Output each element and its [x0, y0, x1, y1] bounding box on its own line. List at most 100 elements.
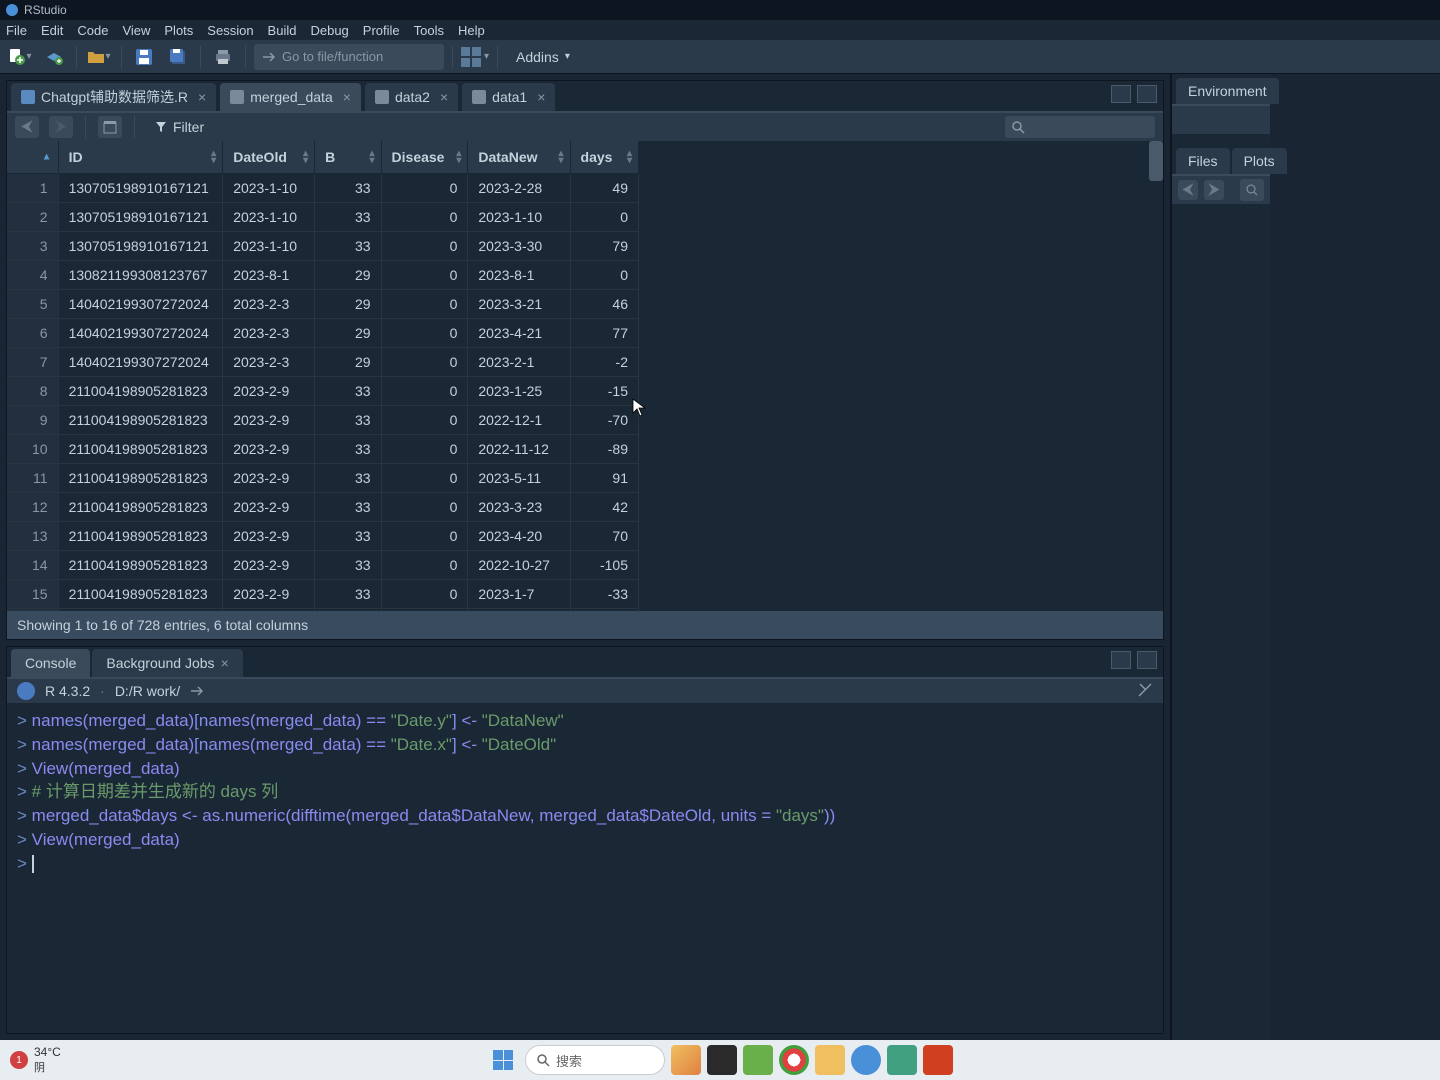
close-icon[interactable]: × — [440, 89, 448, 105]
console-pane: Console Background Jobs× R 4.3.2 · D:/R … — [6, 646, 1164, 1034]
table-row[interactable]: 162110041989052818232023-2-93302023-2-23… — [7, 609, 639, 612]
addins-dropdown[interactable]: Addins▾ — [516, 49, 570, 65]
main-toolbar: ▾ ▾ Go to file/function ▾ Addins▾ — [0, 40, 1440, 74]
new-project-button[interactable] — [40, 44, 68, 70]
tab-data1[interactable]: data1× — [462, 83, 555, 111]
weather-widget[interactable]: 1 34°C 阴 — [10, 1045, 61, 1075]
app-title: RStudio — [24, 3, 67, 17]
table-row[interactable]: 142110041989052818232023-2-93302022-10-2… — [7, 551, 639, 580]
tab-background-jobs[interactable]: Background Jobs× — [92, 649, 242, 677]
forward-button[interactable]: ⮞ — [49, 116, 73, 138]
show-in-window-button[interactable] — [98, 116, 122, 138]
taskbar-app-1[interactable] — [671, 1045, 701, 1075]
menu-edit[interactable]: Edit — [41, 23, 63, 38]
table-row[interactable]: 82110041989052818232023-2-93302023-1-25-… — [7, 377, 639, 406]
go-to-file-input[interactable]: Go to file/function — [254, 44, 444, 70]
save-all-button[interactable] — [164, 44, 192, 70]
taskbar-rstudio[interactable] — [851, 1045, 881, 1075]
plot-forward-button[interactable]: ⮞ — [1204, 180, 1224, 200]
search-icon — [1011, 120, 1025, 134]
column-header[interactable]: Disease▴▾ — [381, 141, 468, 174]
menu-debug[interactable]: Debug — [310, 23, 348, 38]
menu-help[interactable]: Help — [458, 23, 485, 38]
filter-icon — [155, 121, 167, 133]
taskbar-app-4[interactable] — [887, 1045, 917, 1075]
table-row[interactable]: 41308211993081237672023-8-12902023-8-10 — [7, 261, 639, 290]
column-header[interactable]: ▲ — [7, 141, 58, 174]
maximize-pane-button[interactable] — [1137, 651, 1157, 669]
taskbar-search[interactable]: 搜索 — [525, 1045, 665, 1075]
save-button[interactable] — [130, 44, 158, 70]
column-header[interactable]: days▴▾ — [570, 141, 638, 174]
table-row[interactable]: 152110041989052818232023-2-93302023-1-7-… — [7, 580, 639, 609]
menu-profile[interactable]: Profile — [363, 23, 400, 38]
table-row[interactable]: 132110041989052818232023-2-93302023-4-20… — [7, 522, 639, 551]
maximize-pane-button[interactable] — [1137, 85, 1157, 103]
table-status: Showing 1 to 16 of 728 entries, 6 total … — [7, 611, 1163, 639]
table-row[interactable]: 61404021993072720242023-2-32902023-4-217… — [7, 319, 639, 348]
plot-back-button[interactable]: ⮜ — [1178, 180, 1198, 200]
taskbar-chrome[interactable] — [779, 1045, 809, 1075]
r-script-icon — [21, 90, 35, 104]
weather-alert-icon: 1 — [10, 1051, 28, 1069]
minimize-pane-button[interactable] — [1111, 651, 1131, 669]
table-row[interactable]: 51404021993072720242023-2-32902023-3-214… — [7, 290, 639, 319]
table-row[interactable]: 31307051989101671212023-1-103302023-3-30… — [7, 232, 639, 261]
start-button[interactable] — [487, 1044, 519, 1076]
back-button[interactable]: ⮜ — [15, 116, 39, 138]
tab-merged-data[interactable]: merged_data× — [220, 83, 361, 111]
working-directory[interactable]: D:/R work/ — [115, 683, 180, 699]
data-frame-icon — [472, 90, 486, 104]
r-version: R 4.3.2 — [45, 683, 90, 699]
goto-wd-icon[interactable] — [190, 684, 204, 698]
table-row[interactable]: 21307051989101671212023-1-103302023-1-10… — [7, 203, 639, 232]
column-header[interactable]: DataNew▴▾ — [468, 141, 570, 174]
tab-script[interactable]: Chatgpt辅助数据筛选.R× — [11, 83, 216, 111]
taskbar-explorer[interactable] — [815, 1045, 845, 1075]
clear-console-button[interactable] — [1137, 682, 1153, 701]
print-button[interactable] — [209, 44, 237, 70]
console-output[interactable]: > names(merged_data)[names(merged_data) … — [7, 703, 1163, 1033]
menu-code[interactable]: Code — [77, 23, 108, 38]
source-tabs: Chatgpt辅助数据筛选.R× merged_data× data2× dat… — [7, 81, 1163, 111]
close-icon[interactable]: × — [221, 655, 229, 671]
menu-file[interactable]: File — [6, 23, 27, 38]
menu-view[interactable]: View — [122, 23, 150, 38]
tab-environment[interactable]: Environment — [1176, 78, 1279, 104]
table-row[interactable]: 102110041989052818232023-2-93302022-11-1… — [7, 435, 639, 464]
rstudio-logo-icon — [6, 4, 18, 16]
table-row[interactable]: 71404021993072720242023-2-32902023-2-1-2 — [7, 348, 639, 377]
open-file-button[interactable]: ▾ — [85, 44, 113, 70]
table-row[interactable]: 122110041989052818232023-2-93302023-3-23… — [7, 493, 639, 522]
zoom-button[interactable] — [1240, 179, 1264, 201]
tab-data2[interactable]: data2× — [365, 83, 458, 111]
menu-plots[interactable]: Plots — [164, 23, 193, 38]
close-icon[interactable]: × — [537, 89, 545, 105]
table-row[interactable]: 11307051989101671212023-1-103302023-2-28… — [7, 174, 639, 203]
table-row[interactable]: 112110041989052818232023-2-93302023-5-11… — [7, 464, 639, 493]
menu-build[interactable]: Build — [268, 23, 297, 38]
menu-tools[interactable]: Tools — [414, 23, 444, 38]
filter-button[interactable]: Filter — [147, 117, 212, 137]
source-pane: Chatgpt辅助数据筛选.R× merged_data× data2× dat… — [6, 80, 1164, 640]
menu-session[interactable]: Session — [207, 23, 253, 38]
column-header[interactable]: DateOld▴▾ — [223, 141, 315, 174]
close-icon[interactable]: × — [198, 89, 206, 105]
console-info-bar: R 4.3.2 · D:/R work/ — [7, 677, 1163, 703]
taskbar-app-2[interactable] — [707, 1045, 737, 1075]
new-file-button[interactable]: ▾ — [6, 44, 34, 70]
data-table-viewport[interactable]: ▲ID▴▾DateOld▴▾B▴▾Disease▴▾DataNew▴▾days▴… — [7, 141, 1163, 611]
search-input[interactable] — [1005, 116, 1155, 138]
tab-plots[interactable]: Plots — [1232, 148, 1287, 174]
tab-console[interactable]: Console — [11, 649, 90, 677]
vertical-scrollbar[interactable] — [1149, 141, 1163, 181]
minimize-pane-button[interactable] — [1111, 85, 1131, 103]
taskbar-app-3[interactable] — [743, 1045, 773, 1075]
table-row[interactable]: 92110041989052818232023-2-93302022-12-1-… — [7, 406, 639, 435]
column-header[interactable]: ID▴▾ — [58, 141, 223, 174]
tab-files[interactable]: Files — [1176, 148, 1230, 174]
column-header[interactable]: B▴▾ — [315, 141, 381, 174]
workspace-panes-button[interactable]: ▾ — [461, 44, 489, 70]
close-icon[interactable]: × — [343, 89, 351, 105]
taskbar-powerpoint[interactable] — [923, 1045, 953, 1075]
